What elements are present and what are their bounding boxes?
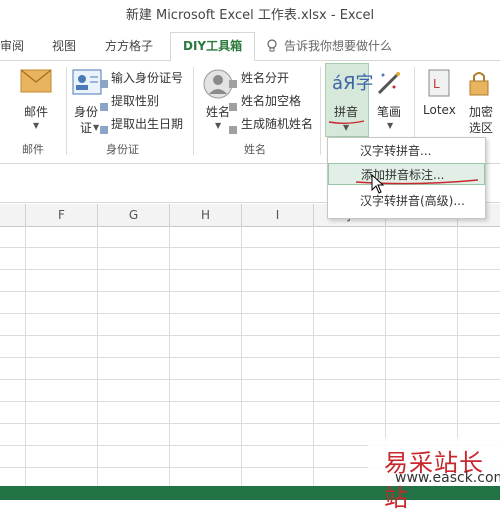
column-header[interactable]: G [98, 204, 170, 226]
group-label-id: 身份证 [106, 143, 139, 156]
lotex-button[interactable]: Lotex [423, 103, 456, 117]
ribbon-tabs: 审阅 视图 方方格子 DIY工具箱 告诉我你想要做什么 [0, 30, 500, 62]
wand-icon [375, 69, 403, 101]
id-card-button[interactable]: 身份 [74, 103, 98, 120]
extract-birthdate-button[interactable]: 提取出生日期 [111, 115, 183, 132]
random-name-button[interactable]: 生成随机姓名 [241, 115, 313, 132]
tab-review[interactable]: 审阅 [0, 37, 24, 54]
name-button[interactable]: 姓名 [206, 103, 230, 120]
gender-icon [100, 96, 108, 115]
pinyin-icon: áЯ字 [332, 73, 374, 94]
id-card-icon [72, 69, 102, 101]
input-id-icon [100, 73, 108, 92]
column-header-partial[interactable] [0, 204, 26, 226]
column-header[interactable]: F [26, 204, 98, 226]
group-divider [193, 67, 194, 155]
pinyin-dropdown-menu: 汉字转拼音... 添加拼音标注... 汉字转拼音(高级)... [327, 137, 486, 219]
name-add-space-button[interactable]: 姓名加空格 [241, 92, 301, 109]
window-title: 新建 Microsoft Excel 工作表.xlsx - Excel [125, 8, 375, 23]
menu-item-hanzi-to-pinyin-advanced[interactable]: 汉字转拼音(高级)... [328, 190, 485, 212]
split-name-button[interactable]: 姓名分开 [241, 69, 289, 86]
tell-me-input[interactable]: 告诉我你想要做什么 [284, 37, 392, 54]
id-card-button-line2[interactable]: 证 [80, 119, 92, 136]
group-label-name: 姓名 [244, 143, 266, 156]
group-label-mail: 邮件 [22, 143, 44, 156]
group-divider [66, 67, 67, 155]
watermark-url: www.easck.com [395, 470, 500, 486]
tab-view[interactable]: 视图 [52, 37, 76, 54]
chevron-down-icon[interactable]: ▼ [387, 121, 393, 130]
pinyin-label: 拼音 [334, 105, 359, 119]
group-divider [320, 67, 321, 155]
split-name-icon [229, 73, 237, 92]
lock-icon [466, 69, 494, 101]
tab-fangfang[interactable]: 方方格子 [105, 37, 153, 54]
column-header[interactable]: I [242, 204, 314, 226]
random-name-icon [229, 119, 237, 138]
mail-button[interactable]: 邮件 [24, 103, 48, 120]
encrypt-selection-button[interactable]: 加密 [469, 103, 493, 120]
stroke-button[interactable]: 笔画 [377, 103, 401, 120]
birthday-icon [100, 119, 108, 138]
menu-item-hanzi-to-pinyin[interactable]: 汉字转拼音... [328, 140, 485, 162]
svg-text:L: L [433, 77, 440, 91]
lotex-icon: L [428, 69, 450, 101]
chevron-down-icon[interactable]: ▼ [93, 123, 99, 132]
input-id-number-button[interactable]: 输入身份证号 [111, 69, 183, 86]
envelope-icon [20, 69, 52, 99]
extract-gender-button[interactable]: 提取性别 [111, 92, 159, 109]
lightbulb-icon [266, 38, 278, 57]
add-space-icon [229, 96, 237, 115]
chevron-down-icon[interactable]: ▼ [33, 121, 39, 130]
column-header[interactable]: H [170, 204, 242, 226]
title-bar: 新建 Microsoft Excel 工作表.xlsx - Excel [0, 0, 500, 28]
mouse-cursor-icon [371, 174, 385, 194]
chevron-down-icon[interactable]: ▼ [343, 123, 349, 132]
tab-diy-toolbox[interactable]: DIY工具箱 [170, 32, 256, 62]
encrypt-selection-button-line2[interactable]: 选区 [469, 119, 493, 136]
chevron-down-icon[interactable]: ▼ [215, 121, 221, 130]
